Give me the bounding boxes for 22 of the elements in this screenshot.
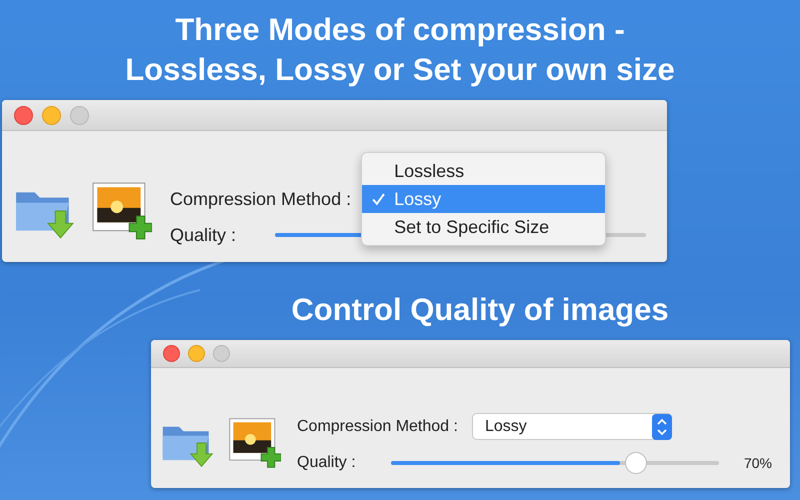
close-button[interactable]	[14, 106, 33, 124]
compression-method-dropdown[interactable]: Lossy	[472, 413, 672, 440]
checkmark-icon	[372, 192, 385, 206]
menu-item[interactable]: Lossless	[362, 157, 606, 185]
menu-item[interactable]: Set to Specific Size	[362, 213, 606, 241]
add-image-icon[interactable]	[227, 416, 281, 470]
add-image-icon[interactable]	[90, 180, 152, 242]
compression-method-label: Compression Method :	[297, 418, 458, 436]
quality-label: Quality :	[170, 224, 236, 246]
headline: Three Modes of compression -	[174, 11, 626, 49]
chevron-updown-icon	[652, 414, 672, 440]
minimize-button[interactable]	[188, 345, 205, 362]
quality-value: 70%	[744, 455, 773, 471]
headline: Control Quality of images	[290, 291, 670, 329]
headline: Lossless, Lossy or Set your own size	[124, 51, 676, 89]
compression-method-label: Compression Method :	[170, 188, 352, 210]
slider-thumb[interactable]	[624, 452, 647, 474]
quality-label: Quality :	[297, 454, 356, 472]
close-button[interactable]	[163, 345, 180, 362]
zoom-button[interactable]	[70, 106, 89, 124]
minimize-button[interactable]	[42, 106, 61, 124]
zoom-button[interactable]	[213, 345, 230, 362]
